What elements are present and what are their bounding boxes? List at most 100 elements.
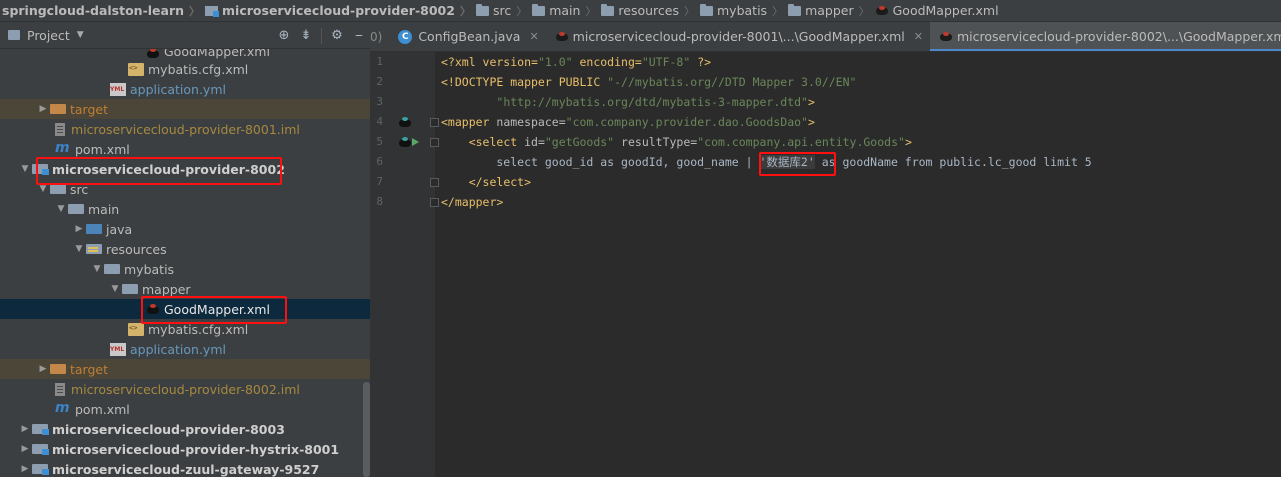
- run-icon[interactable]: [412, 138, 419, 146]
- mybatis-navigate-icon[interactable]: [398, 136, 412, 148]
- chevron-down-icon[interactable]: ▼: [72, 244, 86, 254]
- chevron-right-icon[interactable]: ▶: [72, 224, 86, 234]
- tree-item[interactable]: ▶ microservicecloud-provider-8003: [0, 419, 370, 439]
- breadcrumb-item-module[interactable]: microservicecloud-provider-8002 〉: [203, 0, 474, 21]
- fold-marker-icon[interactable]: [430, 178, 439, 187]
- tab-config-bean[interactable]: C ConfigBean.java ✕: [389, 22, 545, 51]
- line-number: 5: [376, 135, 383, 148]
- fold-marker-icon[interactable]: [430, 198, 439, 207]
- tree-item-label: microservicecloud-zuul-gateway-9527: [52, 461, 320, 477]
- tree-item-label: mybatis.cfg.xml: [148, 321, 249, 337]
- tree-item[interactable]: ▼ mapper: [0, 279, 370, 299]
- xml-config-icon: [128, 62, 144, 76]
- tree-item-label: application.yml: [130, 81, 226, 97]
- tree-item[interactable]: ▼ main: [0, 199, 370, 219]
- scroll-from-source-icon[interactable]: ⊕: [273, 28, 295, 43]
- chevron-right-icon[interactable]: ▶: [18, 444, 32, 454]
- chevron-right-icon: 〉: [189, 4, 201, 18]
- tab-overflow[interactable]: 0): [370, 22, 389, 51]
- breadcrumb-item-src[interactable]: src 〉: [474, 0, 530, 21]
- breadcrumb-item-resources[interactable]: resources 〉: [599, 0, 698, 21]
- breadcrumb-item-mapper[interactable]: mapper 〉: [786, 0, 873, 21]
- tree-item[interactable]: mybatis.cfg.xml: [0, 319, 370, 339]
- xml-config-icon: [128, 322, 144, 336]
- close-icon[interactable]: ✕: [529, 30, 538, 43]
- chevron-right-icon: 〉: [459, 4, 471, 18]
- code-token: <?xml version=: [441, 55, 538, 69]
- fold-marker-icon[interactable]: [430, 138, 439, 147]
- code-token: "-//mybatis.org//DTD Mapper 3.0//EN": [607, 75, 857, 89]
- folder-icon: [700, 3, 713, 16]
- tree-item[interactable]: ▼ src: [0, 179, 370, 199]
- hide-panel-icon[interactable]: ⎯: [348, 28, 370, 43]
- close-icon[interactable]: ✕: [914, 30, 923, 43]
- tree-item[interactable]: microservicecloud-provider-8002.iml: [0, 379, 370, 399]
- breadcrumb-label: src: [492, 3, 512, 18]
- line-number: 8: [376, 195, 383, 208]
- code-token: "UTF-8": [641, 55, 691, 69]
- tree-item[interactable]: ▶ target: [0, 99, 370, 119]
- chevron-down-icon[interactable]: ▼: [90, 264, 104, 274]
- chevron-right-icon: 〉: [585, 4, 597, 18]
- project-scrollbar[interactable]: [363, 382, 370, 477]
- chevron-right-icon[interactable]: ▶: [18, 424, 32, 434]
- code-token: <select: [468, 135, 525, 149]
- tab-goodmapper-8001[interactable]: microservicecloud-provider-8001\...\Good…: [546, 22, 930, 51]
- chevron-down-icon[interactable]: ▼: [108, 284, 122, 294]
- chevron-right-icon: 〉: [516, 4, 528, 18]
- tree-item[interactable]: ▼ mybatis: [0, 259, 370, 279]
- tree-item-label: microservicecloud-provider-8001.iml: [71, 121, 300, 137]
- tree-item[interactable]: ▼ resources: [0, 239, 370, 259]
- code-token: >: [807, 95, 815, 109]
- chevron-right-icon[interactable]: ▶: [18, 464, 32, 474]
- code-line: <?xml version="1.0" encoding="UTF-8" ?>: [441, 52, 1281, 72]
- tab-goodmapper-8002[interactable]: microservicecloud-provider-8002\...\Good…: [929, 22, 1281, 51]
- tree-item[interactable]: m pom.xml: [0, 139, 370, 159]
- iml-file-icon: [55, 382, 65, 396]
- line-number: 2: [376, 75, 383, 88]
- tree-item[interactable]: ▶ microservicecloud-zuul-gateway-9527: [0, 459, 370, 477]
- chevron-right-icon[interactable]: ▶: [36, 364, 50, 374]
- tree-item[interactable]: ▶ microservicecloud-provider-hystrix-8001: [0, 439, 370, 459]
- tree-item[interactable]: mybatis.cfg.xml: [0, 59, 370, 79]
- breadcrumb-item-project[interactable]: springcloud-dalston-learn 〉: [0, 0, 203, 21]
- code-token: "getGoods": [544, 135, 615, 149]
- tree-item[interactable]: application.yml: [0, 79, 370, 99]
- collapse-all-icon[interactable]: ⇟: [295, 28, 317, 43]
- chevron-down-icon[interactable]: ▼: [18, 164, 32, 174]
- chevron-right-icon[interactable]: ▶: [36, 104, 50, 114]
- code-line: <!DOCTYPE mapper PUBLIC "-//mybatis.org/…: [441, 72, 1281, 92]
- tree-item-selected[interactable]: GoodMapper.xml: [0, 299, 370, 319]
- tree-item[interactable]: microservicecloud-provider-8001.iml: [0, 119, 370, 139]
- line-number: 4: [376, 115, 383, 128]
- module-icon: [32, 424, 49, 435]
- chevron-down-icon[interactable]: ▼: [54, 204, 68, 214]
- tree-item[interactable]: m pom.xml: [0, 399, 370, 419]
- fold-marker-icon[interactable]: [430, 118, 439, 127]
- code-token: "com.company.provider.dao.GoodsDao": [565, 115, 808, 129]
- tree-item[interactable]: application.yml: [0, 339, 370, 359]
- tree-item[interactable]: GoodMapper.xml: [0, 49, 370, 59]
- project-icon: [8, 30, 20, 40]
- tree-item-label: GoodMapper.xml: [164, 49, 270, 59]
- yml-icon: [110, 82, 126, 96]
- tree-item[interactable]: ▼ microservicecloud-provider-8002: [0, 159, 370, 179]
- breadcrumb-item-mybatis[interactable]: mybatis 〉: [698, 0, 786, 21]
- mybatis-navigate-icon[interactable]: [398, 116, 412, 128]
- code-content[interactable]: <?xml version="1.0" encoding="UTF-8" ?> …: [441, 52, 1281, 212]
- code-token: </select>: [468, 175, 532, 189]
- chevron-down-icon[interactable]: ▼: [36, 184, 50, 194]
- project-view-selector[interactable]: Project ▼: [0, 28, 84, 43]
- folder-icon: [122, 284, 138, 294]
- code-token: resultType=: [614, 135, 698, 149]
- breadcrumb-item-main[interactable]: main 〉: [530, 0, 599, 21]
- breadcrumb-label: springcloud-dalston-learn: [2, 3, 185, 18]
- folder-icon: [788, 3, 802, 16]
- tree-item[interactable]: ▶ java: [0, 219, 370, 239]
- tree-item[interactable]: ▶ target: [0, 359, 370, 379]
- gear-icon[interactable]: ⚙: [326, 28, 348, 43]
- breadcrumb-item-file[interactable]: GoodMapper.xml: [873, 0, 1002, 21]
- project-panel-title: Project: [27, 27, 70, 43]
